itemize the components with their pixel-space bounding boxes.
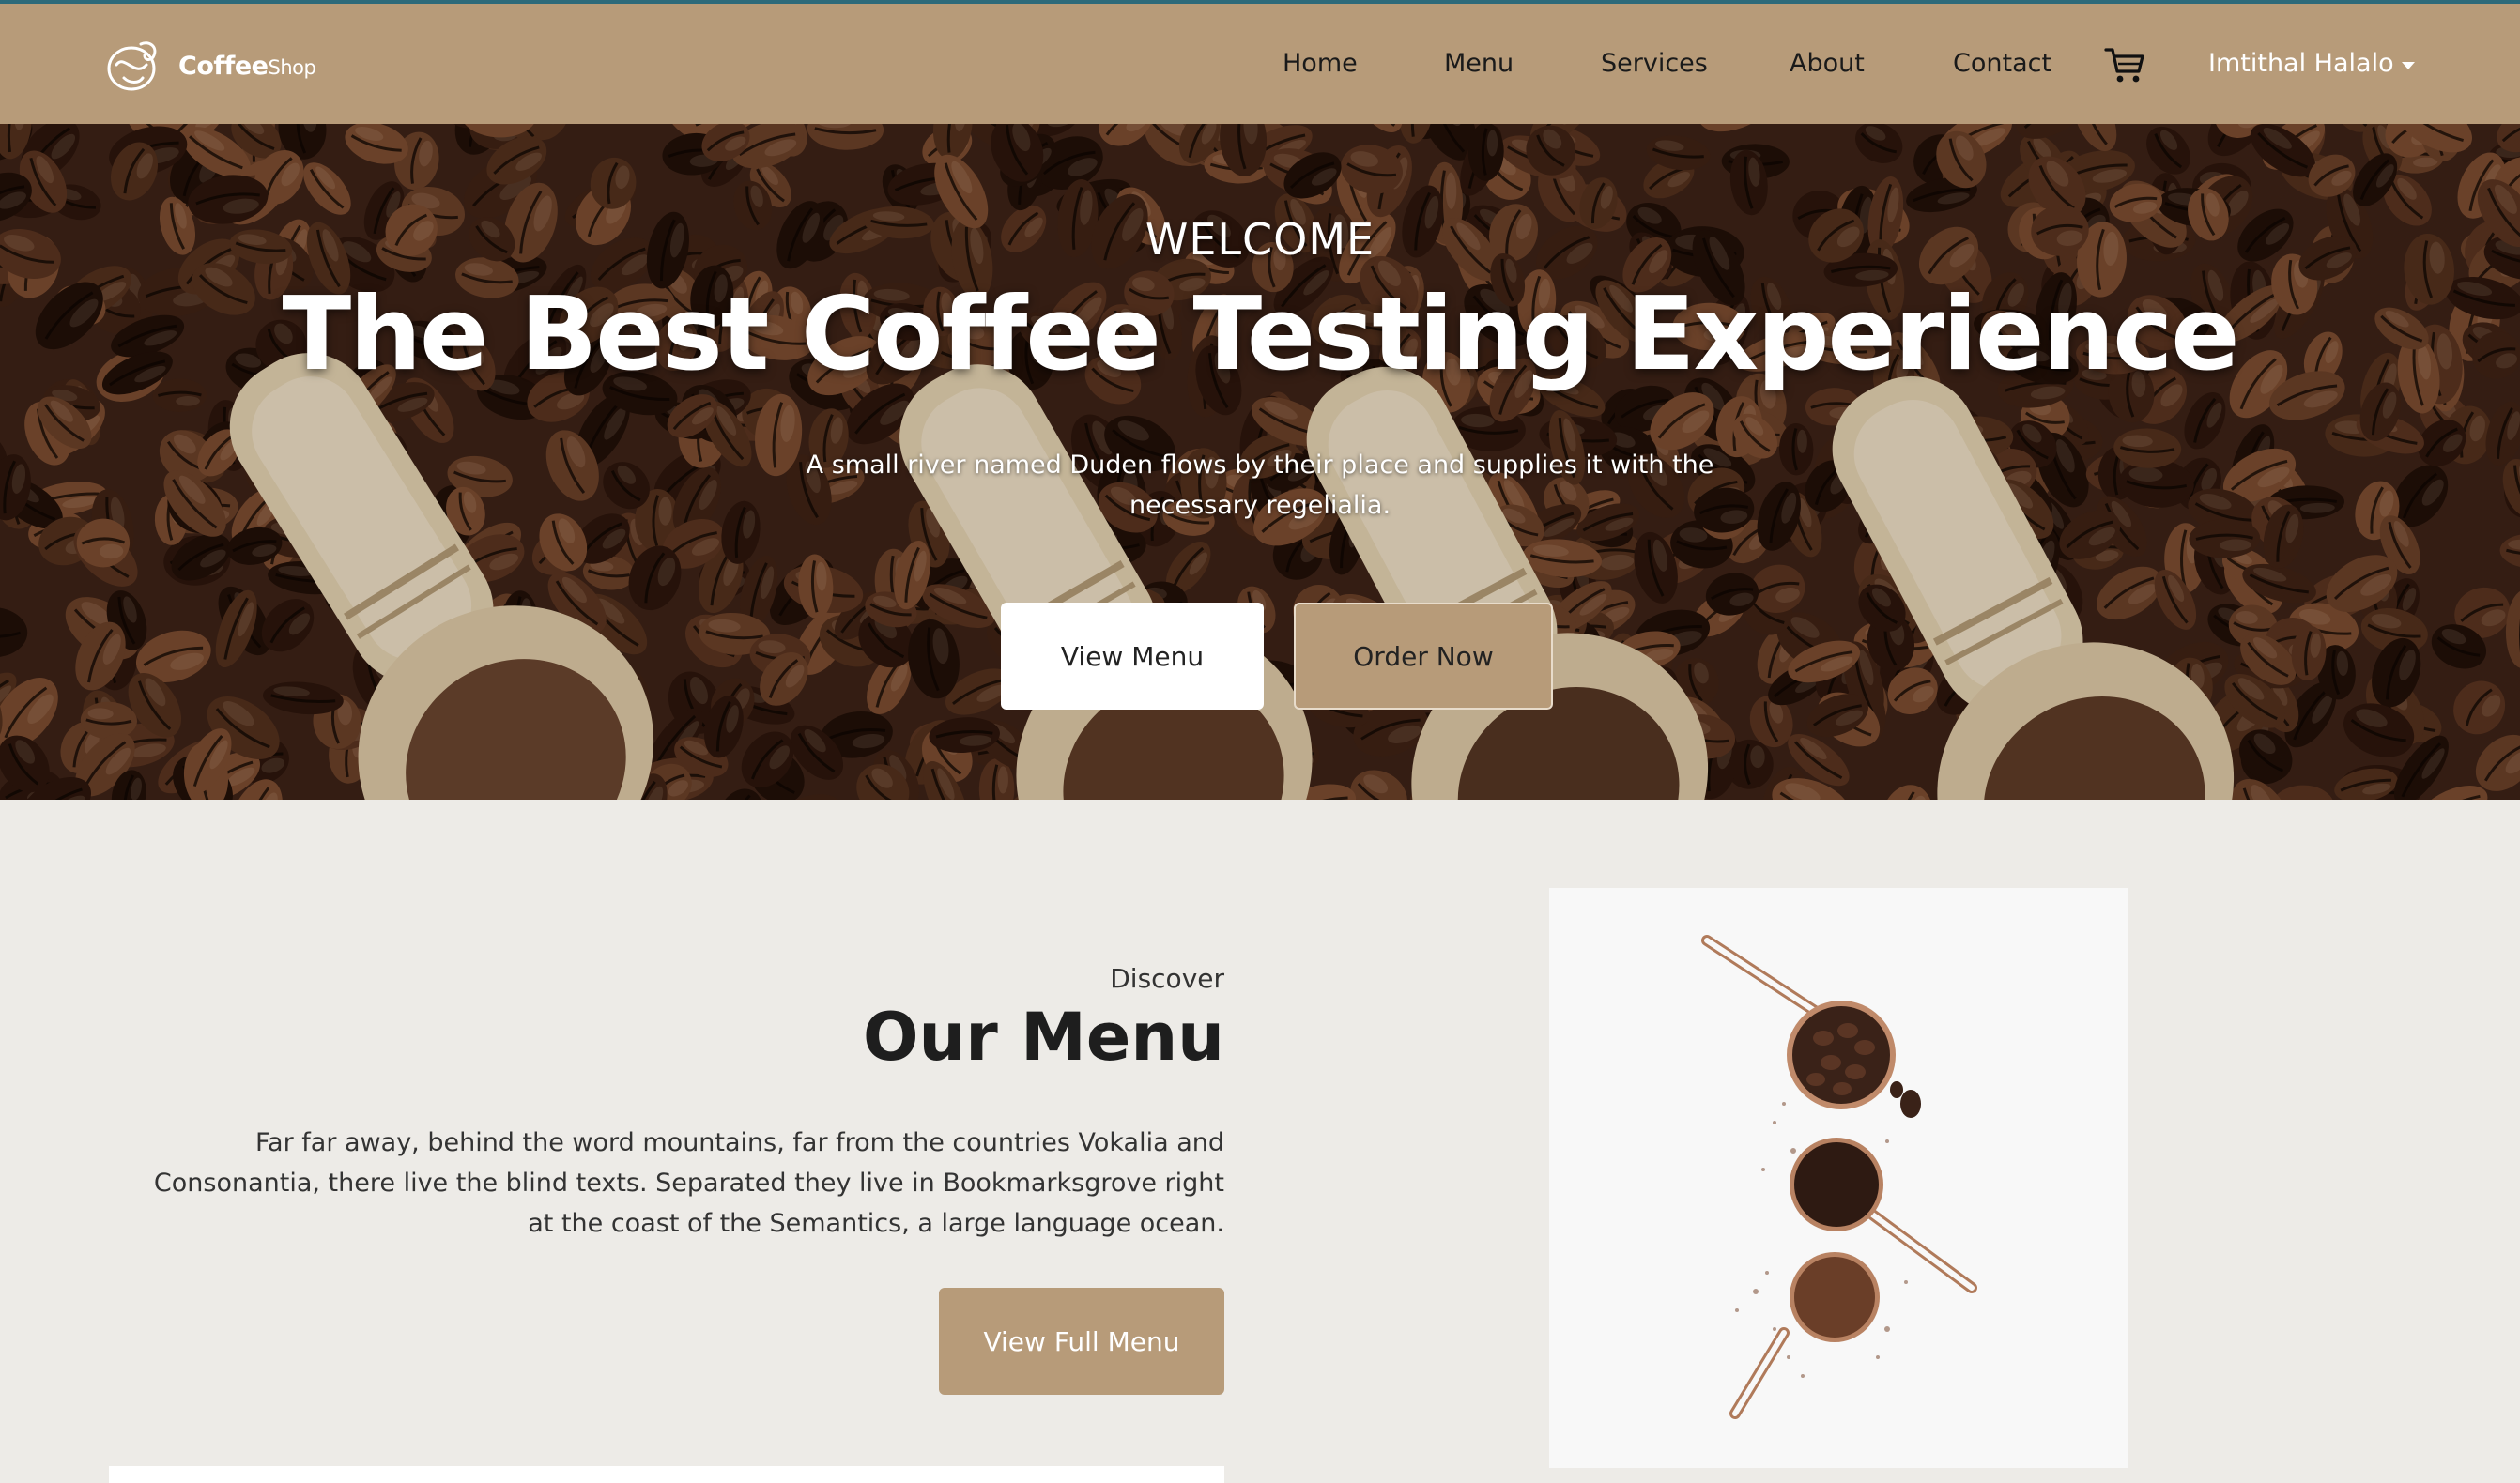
hero-subtitle: A small river named Duden flows by their… [806, 451, 1714, 520]
nav-services[interactable]: Services [1601, 49, 1708, 78]
nav-home[interactable]: Home [1283, 49, 1358, 78]
order-now-button[interactable]: Order Now [1294, 603, 1553, 710]
nav-about[interactable]: About [1790, 49, 1865, 78]
brand-name-small: Shop [268, 55, 316, 79]
cart-icon[interactable] [2103, 43, 2146, 86]
section-title: Our Menu [862, 999, 1224, 1076]
nav-menu[interactable]: Menu [1444, 49, 1514, 78]
navbar: CoffeeShop Home Menu Services About Cont… [0, 4, 2520, 124]
brand-name-bold: Coffee [178, 51, 269, 81]
user-menu[interactable]: Imtithal Halalo [2208, 49, 2394, 78]
hero-title: The Best Coffee Testing Experience [282, 276, 2240, 393]
hero-kicker: WELCOME [1145, 214, 1375, 265]
coffee-scoops-image [1549, 888, 2128, 1468]
menu-card-top [109, 1466, 1224, 1483]
view-menu-button[interactable]: View Menu [1001, 603, 1264, 710]
brand-logo[interactable]: CoffeeShop [103, 36, 316, 96]
chevron-down-icon[interactable] [2402, 62, 2415, 69]
coffee-logo-icon [107, 41, 157, 91]
view-full-menu-button[interactable]: View Full Menu [939, 1288, 1224, 1395]
brand-name: CoffeeShop [178, 51, 316, 81]
section-description: Far far away, behind the word mountains,… [153, 1128, 1224, 1238]
nav-contact[interactable]: Contact [1953, 49, 2051, 78]
hero: WELCOME The Best Coffee Testing Experien… [0, 124, 2520, 800]
section-eyebrow: Discover [1110, 963, 1224, 994]
